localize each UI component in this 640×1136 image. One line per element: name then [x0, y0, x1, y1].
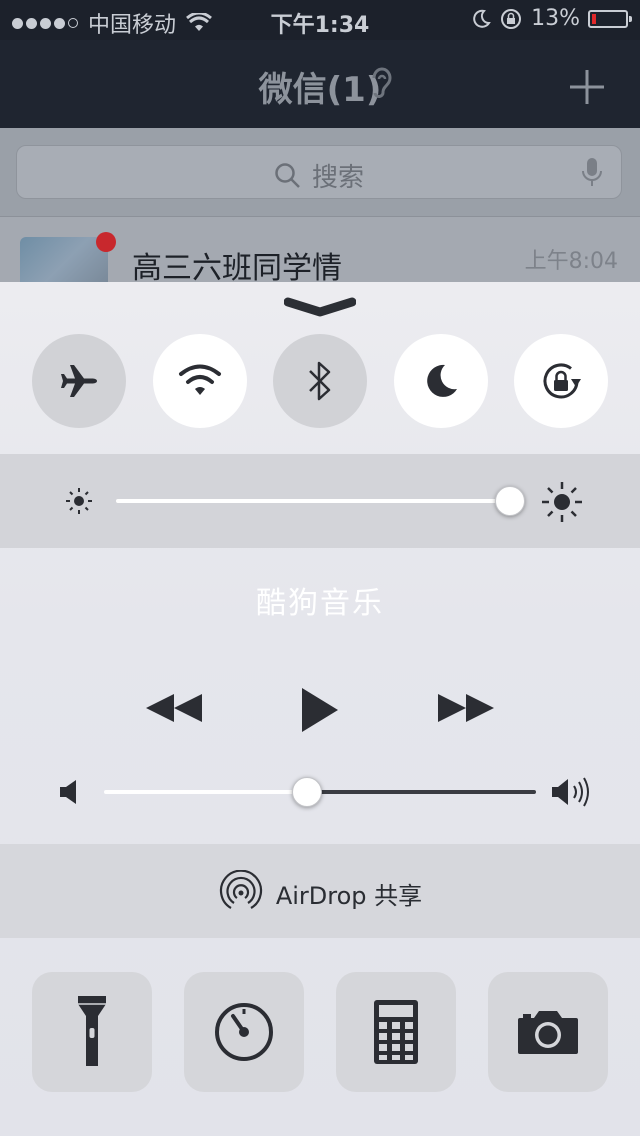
calculator-button[interactable] — [336, 972, 456, 1092]
play-button[interactable] — [300, 686, 340, 734]
timer-icon — [215, 1003, 273, 1061]
flashlight-icon — [78, 996, 106, 1066]
chat-list-item[interactable]: 高三六班同学情 上午8:04 — [0, 216, 640, 283]
camera-button[interactable] — [488, 972, 608, 1092]
brightness-slider[interactable] — [495, 486, 525, 516]
control-center: 酷狗音乐 AirDrop 共享 — [0, 282, 640, 1136]
timer-button[interactable] — [184, 972, 304, 1092]
rotation-lock-icon — [501, 8, 522, 29]
volume-track-remaining — [308, 790, 536, 794]
add-icon[interactable] — [568, 68, 606, 106]
status-right: 13% — [471, 6, 632, 31]
battery-percent: 13% — [531, 6, 580, 31]
flashlight-button[interactable] — [32, 972, 152, 1092]
moon-icon — [473, 9, 491, 28]
calculator-icon — [374, 1000, 418, 1064]
microphone-icon[interactable] — [581, 156, 603, 190]
brightness-track-filled — [116, 499, 510, 503]
search-icon — [275, 162, 300, 188]
airdrop-button[interactable]: AirDrop 共享 — [0, 844, 640, 938]
app-title: 微信(1) — [258, 70, 382, 110]
unread-badge — [96, 232, 116, 252]
volume-low-icon — [60, 780, 76, 804]
rewind-button[interactable] — [144, 690, 204, 726]
rotation-lock-toggle[interactable] — [514, 334, 608, 428]
chat-name: 高三六班同学情 — [132, 251, 342, 283]
app-nav-bar: 微信(1) — [0, 40, 640, 128]
wifi-icon — [179, 364, 221, 395]
search-placeholder: 搜索 — [311, 163, 364, 193]
brightness-row — [0, 454, 640, 548]
now-playing-app: 酷狗音乐 — [256, 586, 384, 621]
do-not-disturb-toggle[interactable] — [394, 334, 488, 428]
ear-icon — [372, 67, 392, 98]
camera-icon — [518, 1011, 578, 1054]
fast-forward-button[interactable] — [436, 690, 496, 726]
airdrop-label: AirDrop 共享 — [275, 881, 423, 910]
volume-track-filled — [104, 790, 308, 794]
wifi-toggle[interactable] — [153, 334, 247, 428]
grabber-chevron-icon[interactable] — [284, 296, 356, 318]
brightness-high-icon — [542, 482, 582, 522]
search-input[interactable]: 搜索 — [16, 145, 622, 199]
bluetooth-toggle[interactable] — [273, 334, 367, 428]
airdrop-icon — [219, 870, 262, 909]
bluetooth-icon — [309, 361, 331, 401]
brightness-low-icon — [66, 488, 92, 514]
airplane-mode-toggle[interactable] — [32, 334, 126, 428]
search-area: 搜索 — [0, 128, 640, 216]
volume-slider[interactable] — [292, 777, 322, 807]
moon-icon — [427, 364, 457, 397]
rotation-lock-icon — [543, 363, 581, 399]
volume-high-icon — [552, 777, 589, 807]
group-avatar — [20, 237, 108, 283]
status-bar: 中国移动 下午1:34 13% — [0, 0, 640, 40]
chat-time: 上午8:04 — [524, 249, 618, 274]
airplane-icon — [61, 365, 97, 397]
battery-icon — [588, 9, 632, 28]
